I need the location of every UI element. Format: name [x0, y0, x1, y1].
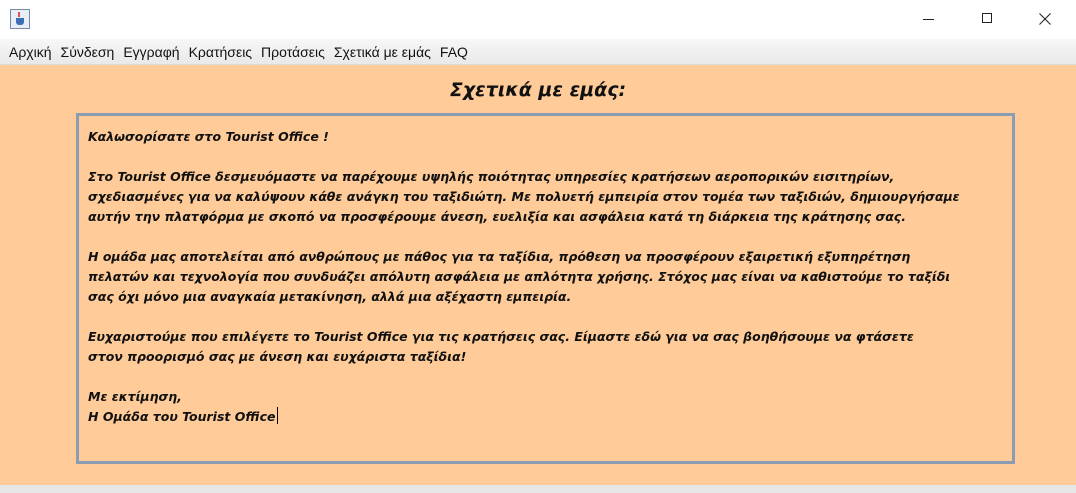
paragraph-2-line-3: σας όχι μόνο μια αναγκαία μετακίνηση, αλ… [88, 289, 572, 304]
menu-register[interactable]: Εγγραφή [123, 44, 179, 60]
window-bottom-edge [0, 485, 1076, 493]
greeting-line: Καλωσορίσατε στο Tourist Office ! [88, 129, 329, 144]
menu-faq[interactable]: FAQ [440, 44, 468, 60]
close-button[interactable] [1022, 0, 1068, 39]
menu-bookings[interactable]: Κρατήσεις [189, 44, 252, 60]
paragraph-3-line-1: Ευχαριστούμε που επιλέγετε το Tourist Of… [88, 329, 914, 344]
java-cup-icon[interactable] [10, 9, 30, 29]
maximize-button[interactable] [964, 0, 1010, 39]
signature-line: Η Ομάδα του Tourist Office [88, 407, 1012, 427]
menu-suggestions[interactable]: Προτάσεις [261, 44, 325, 60]
paragraph-1-line-3: αυτήν την πλατφόρμα με σκοπό να προσφέρο… [88, 209, 906, 224]
paragraph-1-line-1: Στο Tourist Office δεσμευόμαστε να παρέχ… [88, 169, 895, 184]
paragraph-2-line-1: Η ομάδα μας αποτελείται από ανθρώπους με… [88, 249, 911, 264]
menu-home[interactable]: Αρχική [9, 44, 52, 60]
closing-line: Με εκτίμηση, [88, 389, 182, 404]
menu-bar: Αρχική Σύνδεση Εγγραφή Κρατήσεις Προτάσε… [0, 39, 1076, 65]
text-caret [277, 407, 279, 424]
paragraph-3-line-2: στον προορισμό σας με άνεση και ευχάριστ… [88, 349, 467, 364]
minimize-icon [923, 19, 934, 20]
close-icon [1039, 13, 1051, 25]
maximize-icon [982, 13, 992, 23]
paragraph-1-line-2: σχεδιασμένες για να καλύψουν κάθε ανάγκη… [88, 189, 960, 204]
menu-about[interactable]: Σχετικά με εμάς [334, 44, 431, 60]
about-text-area[interactable]: Καλωσορίσατε στο Tourist Office ! Στο To… [76, 113, 1015, 464]
signature-text: Η Ομάδα του Tourist Office [88, 409, 276, 424]
minimize-button[interactable] [906, 0, 952, 39]
menu-login[interactable]: Σύνδεση [61, 44, 115, 60]
window-titlebar [0, 0, 1076, 39]
page-title: Σχετικά με εμάς: [449, 79, 627, 101]
paragraph-2-line-2: πελατών και τεχνολογία που συνδυάζει από… [88, 269, 951, 284]
java-cup-body [16, 18, 24, 25]
java-cup-steam [18, 12, 20, 17]
